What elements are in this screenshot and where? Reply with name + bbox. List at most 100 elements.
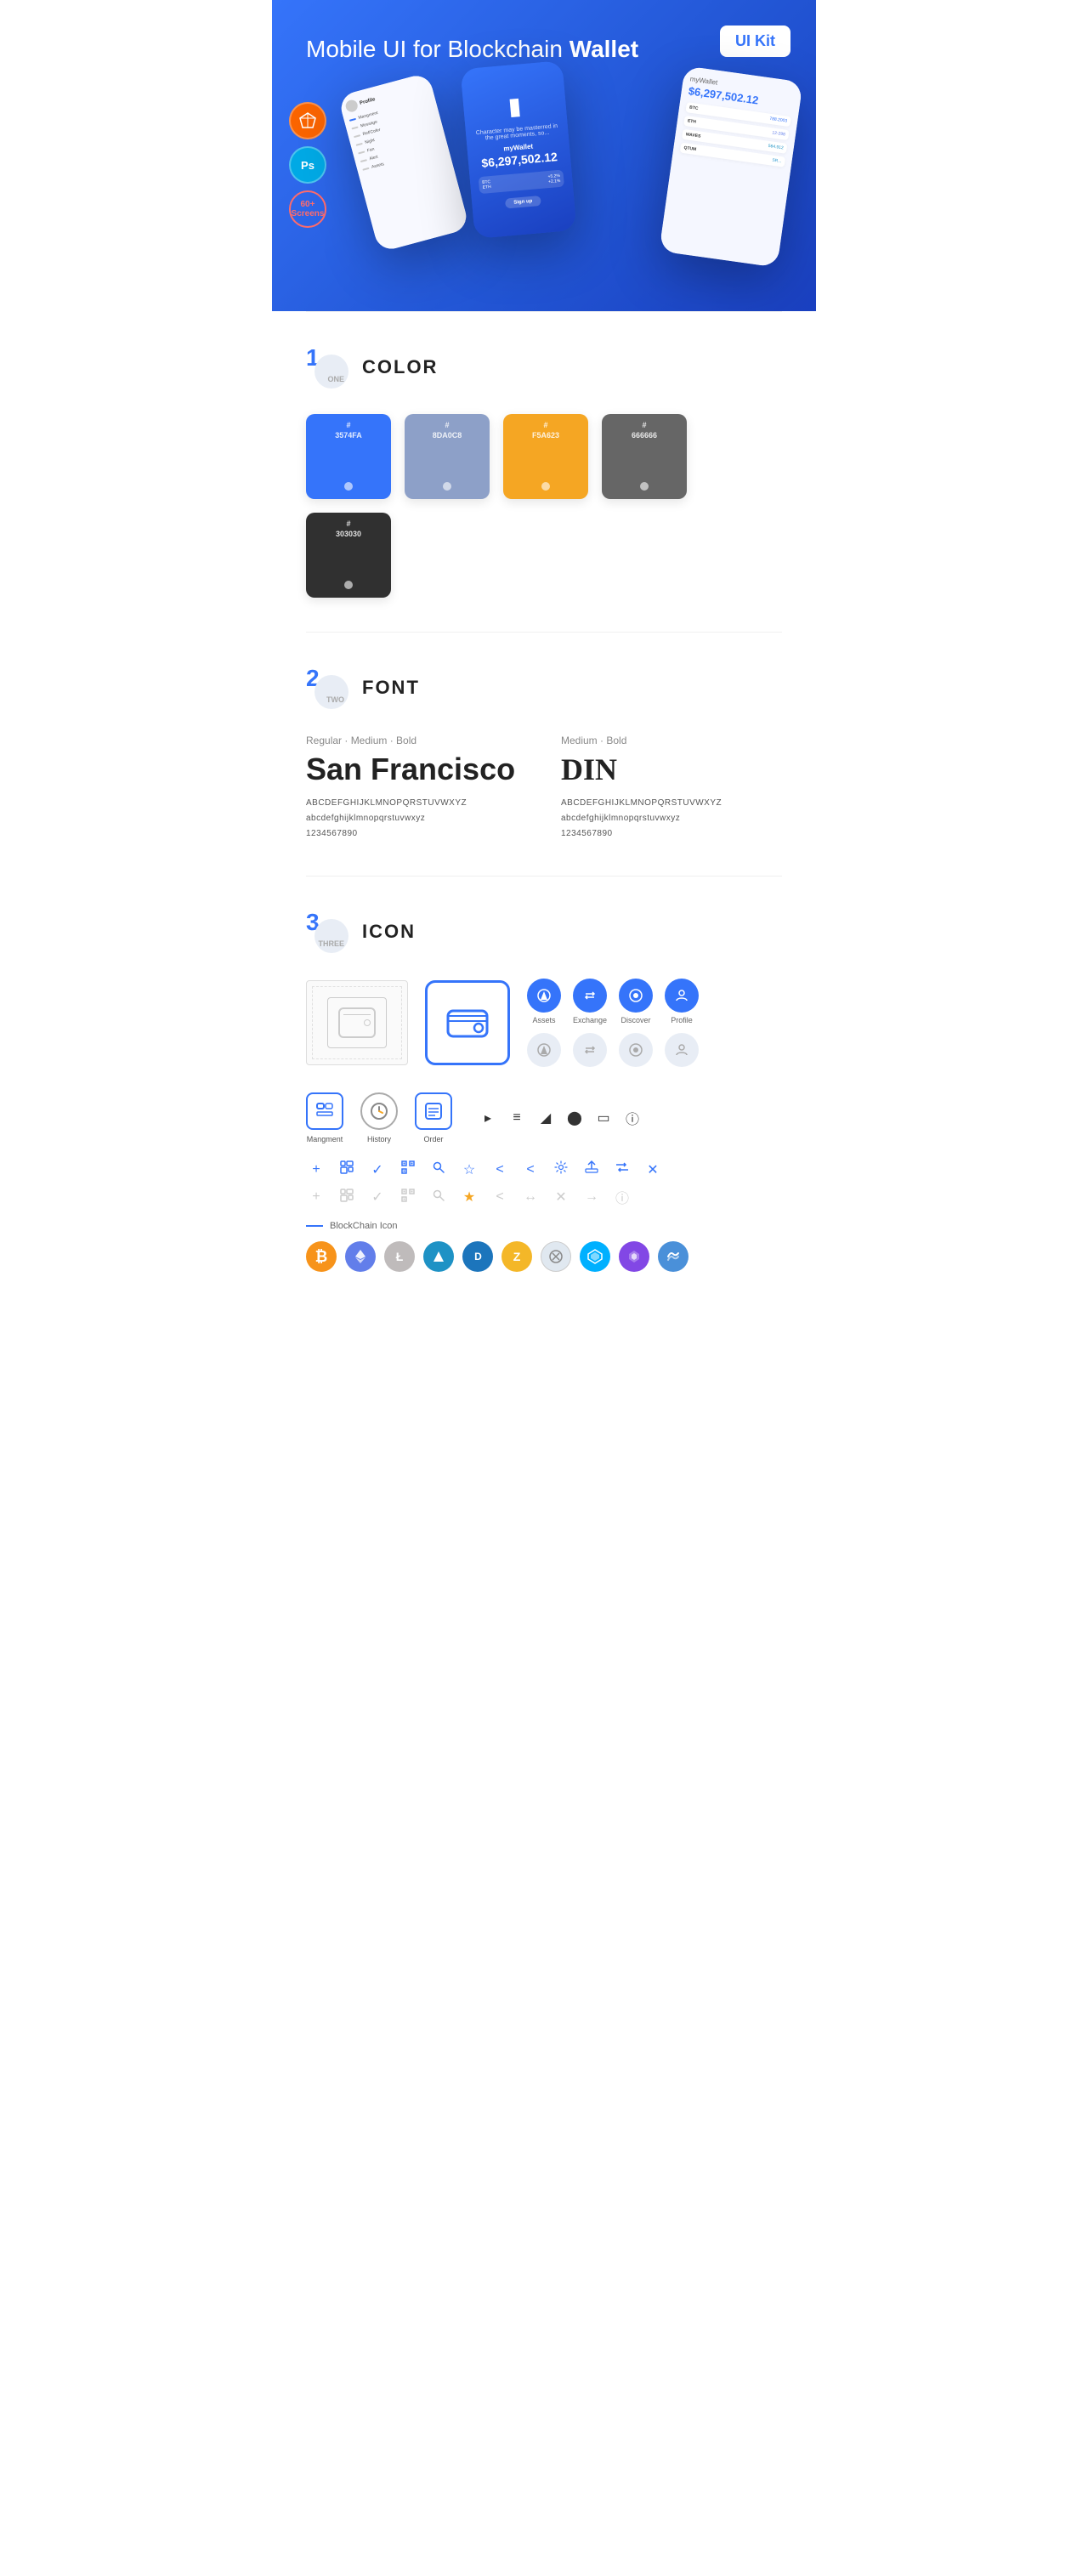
color-swatch-orange: #F5A623 — [503, 414, 588, 499]
chevron-left-icon: < — [490, 1162, 510, 1177]
info-gray-icon: ⓘ — [612, 1187, 632, 1207]
gear-icon — [551, 1160, 571, 1178]
color-swatches: #3574FA #8DA0C8 #F5A623 #666666 #303030 — [306, 414, 782, 598]
color-section: 1 ONE COLOR #3574FA #8DA0C8 #F5A623 #666… — [272, 312, 816, 632]
bottom-icons-row: Mangment History — [306, 1092, 782, 1143]
nav-assets: Assets — [527, 979, 561, 1024]
icon-main-row: Assets Exchange Discover — [306, 979, 782, 1067]
font-section-number: 2 TWO — [306, 667, 348, 709]
iota-icon — [541, 1241, 571, 1272]
search-icon — [428, 1160, 449, 1178]
share-gray-icon: ↔ — [520, 1189, 541, 1205]
swap-icon — [612, 1160, 632, 1178]
qr-icon — [398, 1160, 418, 1178]
comment-icon: ▸ — [478, 1109, 498, 1126]
check-gray-icon: ✓ — [367, 1189, 388, 1206]
icon-title: ICON — [362, 921, 416, 943]
star-filled-icon: ★ — [459, 1189, 479, 1206]
nav-icons-container: Assets Exchange Discover — [527, 979, 699, 1067]
color-section-header: 1 ONE COLOR — [306, 346, 782, 389]
ethereum-icon — [345, 1241, 376, 1272]
info-icon: ⓘ — [622, 1108, 643, 1128]
history-icon — [360, 1092, 398, 1130]
bitcoin-icon: ₿ — [306, 1241, 337, 1272]
phone-center: ▮ Character may be masterred in the grea… — [461, 61, 577, 240]
din-style-label: Medium · Bold — [561, 735, 782, 746]
font-din: Medium · Bold DIN ABCDEFGHIJKLMNOPQRSTUV… — [561, 735, 782, 842]
waves-icon — [423, 1241, 454, 1272]
nav-profile: Profile — [665, 979, 699, 1024]
nav-icons-gray-row — [527, 1033, 699, 1067]
grid-gray-icon — [337, 1189, 357, 1206]
misc-icons-row1: ▸ ≡ ◢ ⬤ ▭ ⓘ — [478, 1108, 643, 1128]
litecoin-icon: Ł — [384, 1241, 415, 1272]
check-icon: ✓ — [367, 1161, 388, 1178]
upload-icon — [581, 1160, 602, 1178]
order-icon — [415, 1092, 452, 1130]
blockchain-line — [306, 1225, 323, 1227]
nav-profile-gray — [665, 1033, 699, 1067]
close-icon: ✕ — [643, 1161, 663, 1178]
din-name: DIN — [561, 752, 782, 787]
wallet-blueprint-outer — [306, 980, 408, 1065]
misc-icons: ▸ ≡ ◢ ⬤ ▭ ⓘ — [478, 1108, 643, 1128]
font-section-header: 2 TWO FONT — [306, 667, 782, 709]
color-swatch-blue: #3574FA — [306, 414, 391, 499]
qr-gray-icon — [398, 1189, 418, 1206]
crypto-icons-row: ₿ Ł D Z — [306, 1241, 782, 1272]
nav-icons-filled-row: Assets Exchange Discover — [527, 979, 699, 1024]
moon-icon: ◢ — [536, 1109, 556, 1126]
ui-kit-badge: UI Kit — [720, 26, 790, 57]
search-gray-icon — [428, 1189, 449, 1206]
sky-icon — [658, 1241, 688, 1272]
color-swatch-dark: #303030 — [306, 513, 391, 598]
star-icon: ☆ — [459, 1161, 479, 1178]
nav-discover-gray — [619, 1033, 653, 1067]
nav-exchange: Exchange — [573, 979, 607, 1024]
zcash-icon: Z — [502, 1241, 532, 1272]
dash-icon: D — [462, 1241, 493, 1272]
hero-title-text: Mobile UI for Blockchain — [306, 36, 570, 62]
phones-container: Profile Mangment Message Ref/Cofer Night… — [306, 73, 782, 243]
color-swatch-grayblue: #8DA0C8 — [405, 414, 490, 499]
blockchain-label-text: BlockChain Icon — [330, 1221, 398, 1231]
plus-icon: + — [306, 1162, 326, 1177]
font-grid: Regular · Medium · Bold San Francisco AB… — [306, 735, 782, 842]
qtum-icon — [580, 1241, 610, 1272]
nav-assets-gray — [527, 1033, 561, 1067]
hero-title: Mobile UI for Blockchain Wallet — [306, 34, 782, 65]
sf-upper: ABCDEFGHIJKLMNOPQRSTUVWXYZ abcdefghijklm… — [306, 796, 527, 842]
small-icons-section: + ✓ ☆ < < ✕ — [306, 1160, 782, 1207]
share-icon: < — [520, 1162, 541, 1177]
history-icon-item: History — [360, 1092, 398, 1143]
chevron-left-gray-icon: < — [490, 1189, 510, 1205]
management-icon-item: Mangment — [306, 1092, 343, 1143]
color-swatch-gray: #666666 — [602, 414, 687, 499]
close-gray-icon: ✕ — [551, 1189, 571, 1206]
management-icon — [306, 1092, 343, 1130]
grid-icon — [337, 1160, 357, 1178]
font-title: FONT — [362, 677, 420, 699]
nav-discover: Discover — [619, 979, 653, 1024]
layers-icon: ≡ — [507, 1110, 527, 1126]
icon-section-number: 3 THREE — [306, 911, 348, 953]
hero-section: Mobile UI for Blockchain Wallet UI Kit P… — [272, 0, 816, 311]
phone-left: Profile Mangment Message Ref/Cofer Night… — [337, 72, 469, 252]
nav-exchange-gray — [573, 1033, 607, 1067]
small-icons-gray-row: + ✓ ★ < ↔ ✕ → ⓘ — [306, 1187, 782, 1207]
sf-name: San Francisco — [306, 752, 527, 787]
matic-icon — [619, 1241, 649, 1272]
icon-section: 3 THREE ICON — [272, 877, 816, 1306]
blockchain-label-row: BlockChain Icon — [306, 1221, 782, 1231]
phone-right: myWallet $6,297,502.12 BTC788.2003 ETH12… — [659, 66, 802, 268]
small-icons-blue-row: + ✓ ☆ < < ✕ — [306, 1160, 782, 1178]
plus-gray-icon: + — [306, 1189, 326, 1205]
hero-title-bold: Wallet — [570, 36, 638, 62]
color-title: COLOR — [362, 356, 438, 378]
forward-gray-icon: → — [581, 1189, 602, 1205]
wallet-icon-filled — [425, 980, 510, 1065]
font-sf: Regular · Medium · Bold San Francisco AB… — [306, 735, 527, 842]
circle-icon: ⬤ — [564, 1109, 585, 1126]
speech-icon: ▭ — [593, 1109, 614, 1126]
font-section: 2 TWO FONT Regular · Medium · Bold San F… — [272, 633, 816, 876]
